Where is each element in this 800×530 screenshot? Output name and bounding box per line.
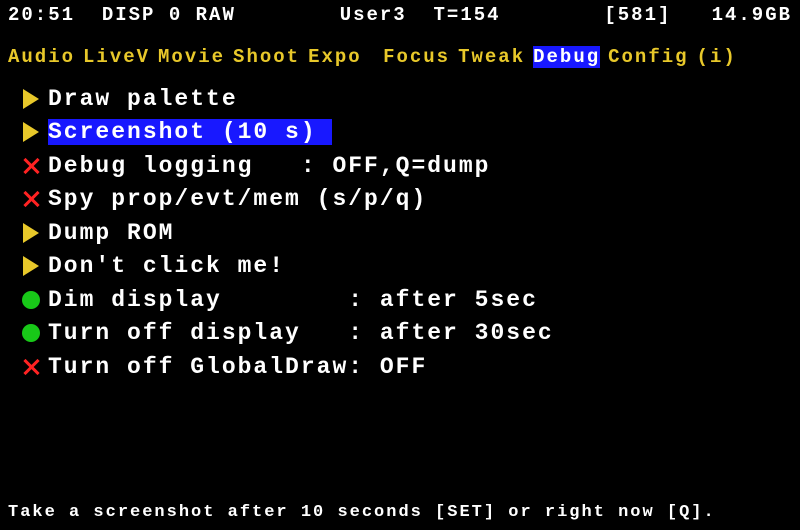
menu-item[interactable]: Dim display : after 5sec <box>20 283 800 317</box>
status-free: 14.9GB <box>712 4 792 24</box>
menu-item[interactable]: Turn off GlobalDraw: OFF <box>20 350 800 384</box>
menu-item-label: Turn off display : after 30sec <box>48 320 554 346</box>
x-icon <box>20 356 42 378</box>
tab-movie[interactable]: Movie <box>158 46 225 68</box>
menu-item[interactable]: Spy prop/evt/mem (s/p/q) <box>20 183 800 217</box>
menu-item[interactable]: Don't click me! <box>20 250 800 284</box>
menu-list: Draw palette Screenshot (10 s) Debug logg… <box>0 82 800 384</box>
triangle-icon <box>20 121 42 143</box>
status-user: User3 <box>340 4 407 24</box>
tab-shoot[interactable]: Shoot <box>233 46 300 68</box>
menu-item-label: Screenshot (10 s) <box>48 119 332 145</box>
tab-config[interactable]: Config <box>608 46 688 68</box>
menu-item-label: Debug logging : OFF,Q=dump <box>48 153 490 179</box>
x-icon <box>20 188 42 210</box>
tab-tweak[interactable]: Tweak <box>458 46 525 68</box>
tab-livev[interactable]: LiveV <box>83 46 150 68</box>
status-num: [581] <box>604 4 671 24</box>
menu-item-label: Dump ROM <box>48 220 174 246</box>
dot-icon <box>20 322 42 344</box>
menu-item[interactable]: Turn off display : after 30sec <box>20 317 800 351</box>
status-disp: DISP 0 RAW <box>102 4 236 24</box>
menu-item-label: Don't click me! <box>48 253 285 279</box>
menu-item[interactable]: Screenshot (10 s) <box>20 116 800 150</box>
tab-i[interactable]: (i) <box>697 46 737 68</box>
menu-item[interactable]: Dump ROM <box>20 216 800 250</box>
x-icon <box>20 155 42 177</box>
menu-item-label: Dim display : after 5sec <box>48 287 538 313</box>
triangle-icon <box>20 88 42 110</box>
tab-audio[interactable]: Audio <box>8 46 75 68</box>
tab-expo[interactable]: Expo <box>308 46 375 68</box>
tab-debug[interactable]: Debug <box>533 46 600 68</box>
triangle-icon <box>20 255 42 277</box>
tab-focus[interactable]: Focus <box>383 46 450 68</box>
menu-item[interactable]: Draw palette <box>20 82 800 116</box>
menu-item[interactable]: Debug logging : OFF,Q=dump <box>20 149 800 183</box>
status-t: T=154 <box>434 4 501 24</box>
tab-bar: Audio LiveV Movie Shoot Expo Focus Tweak Debug… <box>0 28 800 82</box>
help-text: Take a screenshot after 10 seconds [SET]… <box>0 499 800 526</box>
menu-item-label: Spy prop/evt/mem (s/p/q) <box>48 186 427 212</box>
menu-item-label: Draw palette <box>48 86 238 112</box>
triangle-icon <box>20 222 42 244</box>
status-time: 20:51 <box>8 4 75 24</box>
menu-item-label: Turn off GlobalDraw: OFF <box>48 354 427 380</box>
dot-icon <box>20 289 42 311</box>
status-bar: 20:51 DISP 0 RAW User3 T=154 [581] 14.9G… <box>0 0 800 28</box>
